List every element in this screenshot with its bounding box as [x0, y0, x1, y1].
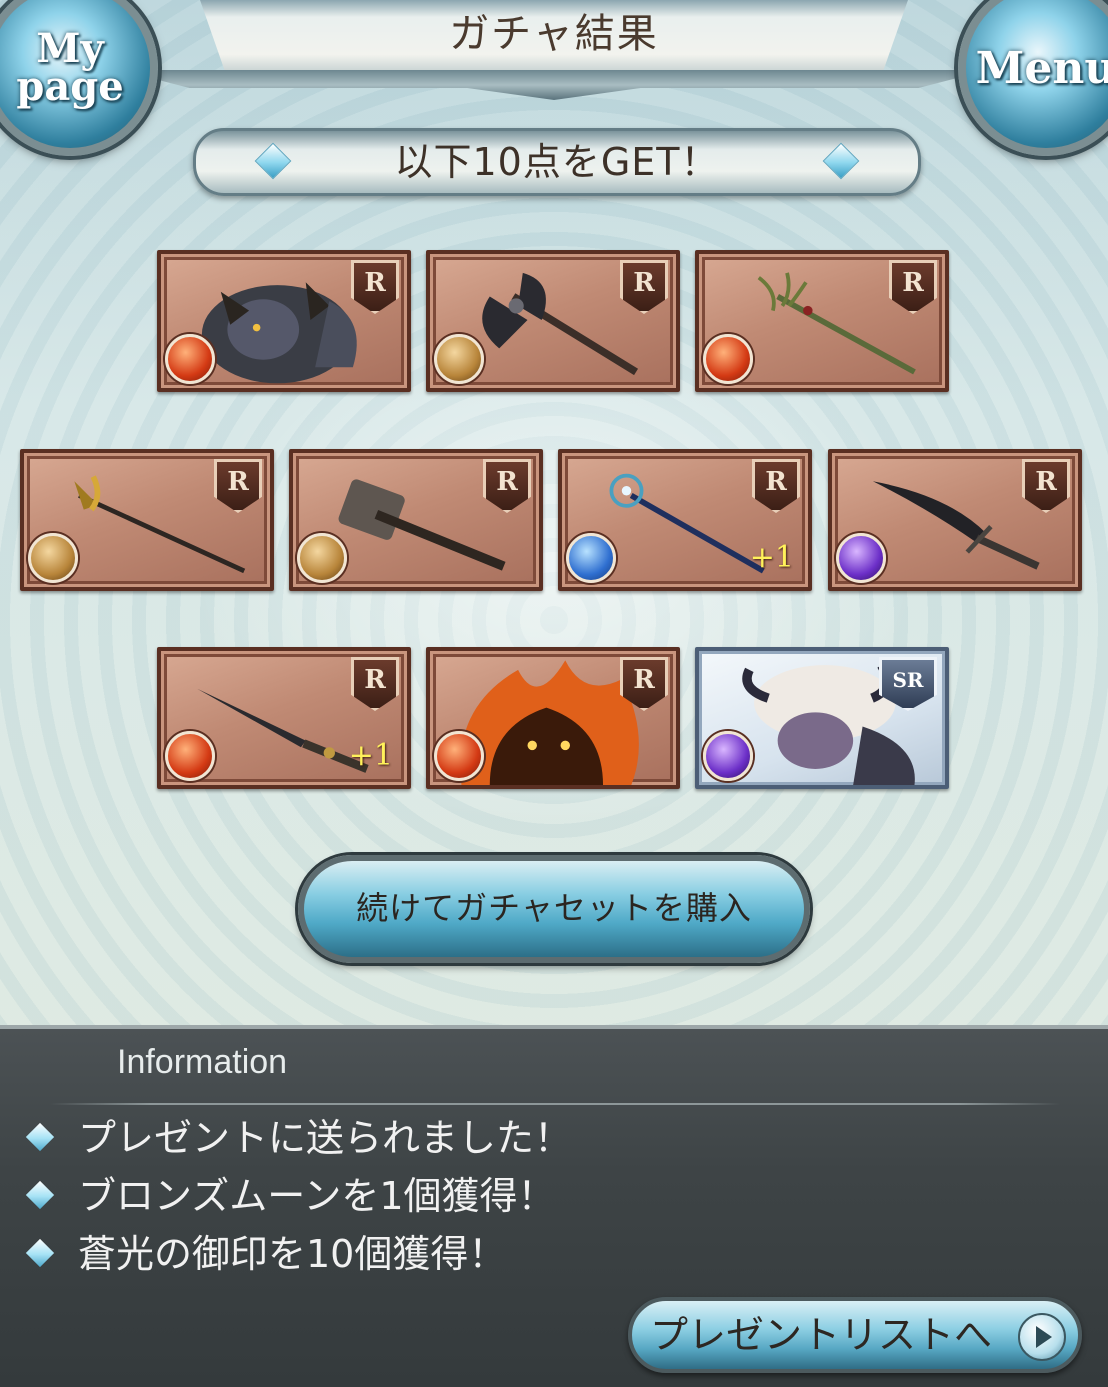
gacha-item-card[interactable]: R +1 — [558, 449, 812, 591]
mypage-label-page: page — [16, 63, 124, 110]
buy-gacha-set-button[interactable]: 続けてガチャセットを購入 — [298, 855, 810, 963]
fire-element-icon — [165, 334, 215, 384]
present-list-label: プレゼントリストへ — [650, 1313, 993, 1357]
diamond-bullet-icon — [25, 1180, 55, 1210]
fire-element-icon — [434, 731, 484, 781]
gacha-item-card[interactable]: R — [695, 250, 949, 392]
menu-label: Menu — [975, 42, 1108, 94]
info-line-text: プレゼントに送られました！ — [78, 1116, 573, 1160]
present-list-button[interactable]: プレゼントリストへ — [628, 1297, 1082, 1373]
plus-level-label: +1 — [749, 540, 794, 575]
fire-element-icon — [703, 334, 753, 384]
dark-element-icon — [703, 731, 753, 781]
arrow-right-icon — [1018, 1313, 1066, 1361]
gacha-item-card[interactable]: R — [828, 449, 1082, 591]
page-title: ガチャ結果 — [449, 11, 659, 57]
gacha-item-card[interactable]: R — [157, 250, 411, 392]
gacha-item-card[interactable]: SR — [695, 647, 949, 789]
info-line-text: ブロンズムーンを1個獲得！ — [78, 1174, 556, 1218]
fire-element-icon — [165, 731, 215, 781]
buy-button-label: 続けてガチャセットを購入 — [356, 889, 752, 927]
gacha-item-card[interactable]: R +1 — [157, 647, 411, 789]
earth-element-icon — [434, 334, 484, 384]
diamond-bullet-icon — [25, 1238, 55, 1268]
gacha-item-card[interactable]: R — [426, 250, 680, 392]
diamond-bullet-icon — [25, 1122, 55, 1152]
gacha-item-card[interactable]: R — [289, 449, 543, 591]
plus-level-label: +1 — [348, 738, 393, 773]
gacha-item-card[interactable]: R — [426, 647, 680, 789]
information-title: Information — [117, 1043, 288, 1081]
result-count-text: 以下10点をGET！ — [394, 140, 720, 184]
earth-element-icon — [28, 533, 78, 583]
info-line-text: 蒼光の御印を10個獲得！ — [78, 1232, 507, 1276]
dark-element-icon — [836, 533, 886, 583]
result-count-banner: 以下10点をGET！ — [193, 128, 921, 196]
water-element-icon — [566, 533, 616, 583]
gacha-item-card[interactable]: R — [20, 449, 274, 591]
earth-element-icon — [297, 533, 347, 583]
information-divider — [50, 1103, 1060, 1105]
